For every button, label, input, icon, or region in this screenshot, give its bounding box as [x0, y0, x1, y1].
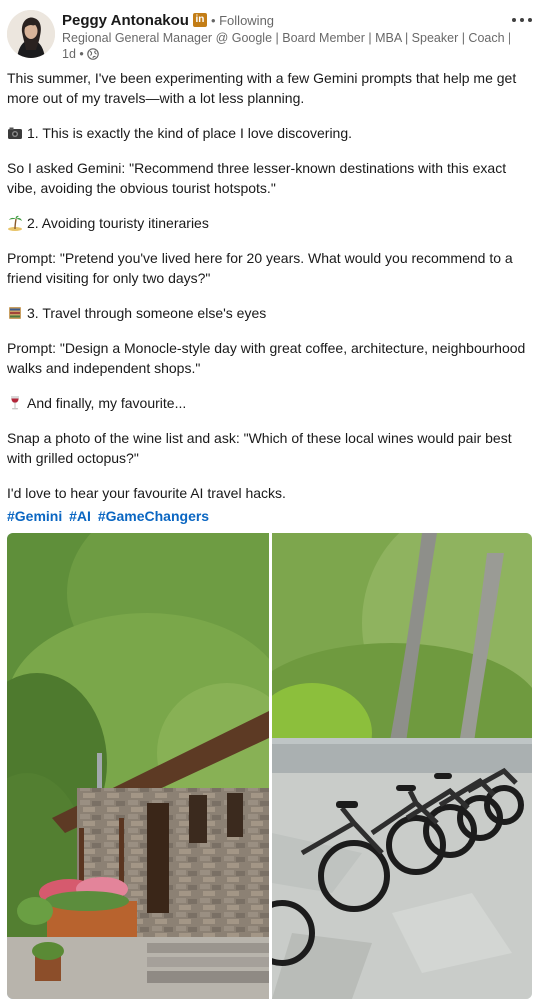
palm-island-icon	[8, 215, 22, 231]
photo-bicycles[interactable]	[272, 533, 532, 999]
author-avatar[interactable]	[7, 10, 55, 58]
post-paragraph: 3. Travel through someone else's eyes	[7, 303, 533, 323]
author-headline: Regional General Manager @ Google | Boar…	[62, 31, 510, 45]
post-time: 1d •	[62, 47, 84, 61]
post-paragraph-text: And finally, my favourite...	[27, 395, 187, 411]
post-text: This summer, I've been experimenting wit…	[7, 68, 533, 518]
post-paragraph-text: 2. Avoiding touristy itineraries	[27, 215, 209, 231]
post-header: Peggy Antonakou in • Following Regional …	[0, 0, 540, 64]
post-paragraph: I'd love to hear your favourite AI trave…	[7, 485, 286, 501]
hashtag-link[interactable]: #AI	[69, 508, 91, 524]
post-paragraph: And finally, my favourite...	[7, 393, 533, 413]
globe-icon	[86, 48, 99, 60]
post-paragraph: Snap a photo of the wine list and ask: "…	[7, 430, 512, 466]
photo-gallery	[7, 533, 532, 999]
hashtag-list: #Gemini #AI #GameChangers	[7, 506, 212, 526]
wine-glass-icon	[11, 396, 19, 410]
following-status: • Following	[210, 12, 275, 28]
photo-stone-house[interactable]	[7, 533, 269, 999]
stone-house-image	[7, 533, 269, 999]
linkedin-premium-icon: in	[192, 13, 207, 27]
post-paragraph-text: 3. Travel through someone else's eyes	[27, 305, 267, 321]
author-name[interactable]: Peggy Antonakou	[62, 12, 189, 29]
post-paragraph: Prompt: "Pretend you've lived here for 2…	[7, 250, 513, 286]
post-paragraph: Prompt: "Design a Monocle-style day with…	[7, 340, 526, 376]
post-paragraph: So I asked Gemini: "Recommend three less…	[7, 160, 507, 196]
more-icon[interactable]	[512, 12, 532, 28]
avatar-portrait	[7, 10, 55, 58]
post-paragraph: 2. Avoiding touristy itineraries	[7, 213, 533, 233]
post-paragraph-text: 1. This is exactly the kind of place I l…	[27, 125, 353, 141]
hashtag-link[interactable]: #GameChangers	[98, 508, 209, 524]
post-paragraph: This summer, I've been experimenting wit…	[7, 70, 517, 106]
post-meta: 1d •	[62, 46, 99, 62]
bicycles-image	[272, 533, 532, 999]
post-paragraph: 1. This is exactly the kind of place I l…	[7, 123, 533, 143]
hashtag-link[interactable]: #Gemini	[7, 508, 62, 524]
author-name-row: Peggy Antonakou in • Following	[62, 10, 274, 30]
camera-icon	[8, 127, 22, 139]
book-icon	[9, 307, 21, 319]
